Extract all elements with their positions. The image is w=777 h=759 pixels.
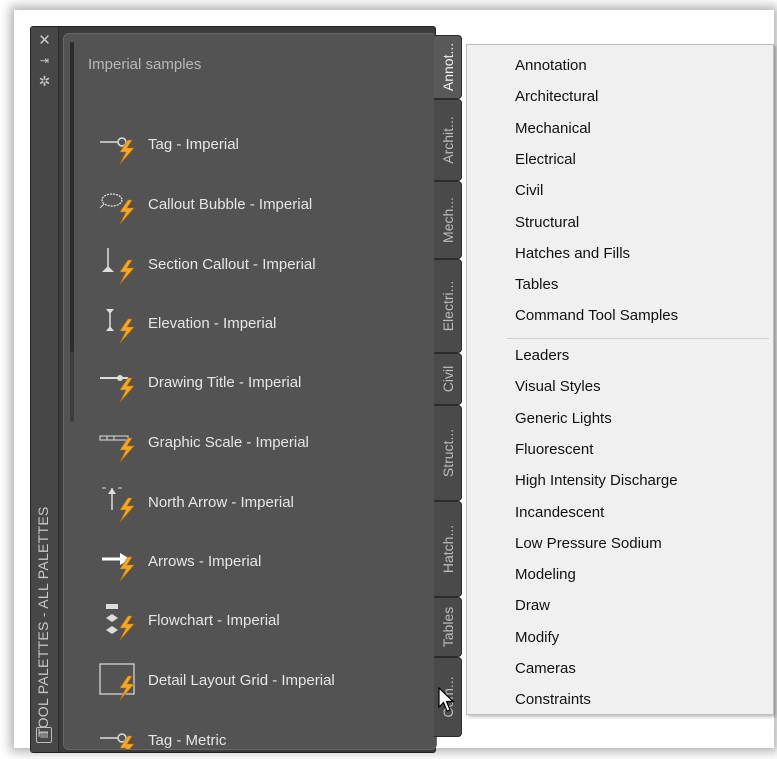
scrollbar[interactable] (70, 42, 74, 422)
tool-item[interactable]: Arrows - Imperial (98, 543, 418, 583)
palette-tab-label: Struct... (439, 428, 456, 478)
tool-label: Flowchart - Imperial (148, 612, 280, 629)
scrollbar-thumb[interactable] (70, 42, 74, 352)
tool-label: Graphic Scale - Imperial (148, 434, 309, 451)
tool-label: North Arrow - Imperial (148, 494, 294, 511)
detail-layout-grid-icon (99, 663, 135, 701)
tool-label: Tag - Imperial (148, 136, 239, 153)
tool-item[interactable]: Tag - Metric (98, 722, 418, 749)
palette-tab-label: Archit... (439, 116, 456, 164)
palette-content: Imperial samples Tag - Imperial Callout B… (63, 33, 437, 750)
menu-item[interactable]: Architectural (515, 86, 598, 108)
tool-label: Detail Layout Grid - Imperial (148, 672, 335, 689)
menu-item[interactable]: Annotation (515, 55, 587, 77)
menu-item[interactable]: Hatches and Fills (515, 243, 630, 265)
tool-label: Callout Bubble - Imperial (148, 196, 313, 213)
section-callout-icon (102, 248, 135, 285)
menu-item[interactable]: Visual Styles (515, 376, 601, 398)
tool-item[interactable]: Detail Layout Grid - Imperial (98, 662, 418, 702)
menu-item[interactable]: Command Tool Samples (515, 305, 678, 327)
palette-tab-label: Hatch... (439, 524, 456, 574)
palette-tab[interactable]: Electri... (434, 259, 462, 353)
arrows-icon (102, 553, 135, 582)
tool-item[interactable]: Drawing Title - Imperial (98, 364, 418, 404)
palette-tabs: Annot... Archit... Mech... Electri... Civil S… (434, 27, 464, 752)
palette-tab[interactable]: Archit... (434, 99, 462, 181)
tool-item[interactable]: Elevation - Imperial (98, 305, 418, 345)
menu-item[interactable]: Modeling (515, 564, 576, 586)
tool-label: Section Callout - Imperial (148, 256, 316, 273)
menu-item[interactable]: Tables (515, 274, 558, 296)
palette-tab[interactable]: Tables (434, 597, 462, 657)
palette-context-menu: Annotation Architectural Mechanical Electri… (466, 44, 774, 715)
palette-tab[interactable]: Hatch... (434, 501, 462, 597)
elevation-icon (106, 309, 135, 344)
palette-title: TOOL PALETTES - ALL PALETTES (35, 506, 51, 737)
tool-label: Tag - Metric (148, 732, 227, 749)
menu-item[interactable]: Modify (515, 627, 559, 649)
palette-tab[interactable]: Mech... (434, 181, 462, 259)
menu-item[interactable]: Mechanical (515, 118, 591, 140)
north-arrow-icon (102, 487, 135, 523)
menu-item[interactable]: Fluorescent (515, 439, 593, 461)
menu-item[interactable]: Incandescent (515, 502, 604, 524)
menu-separator (507, 338, 769, 339)
graphic-scale-icon (99, 435, 135, 463)
menu-item[interactable]: Civil (515, 180, 543, 202)
menu-item[interactable]: Generic Lights (515, 408, 612, 430)
palette-tab-label: Mech... (439, 197, 456, 243)
callout-bubble-icon (99, 193, 135, 225)
tool-item[interactable]: North Arrow - Imperial (98, 484, 418, 524)
palette-title-strip[interactable]: ✕ ⇥ ✲ TOOL PALETTES - ALL PALETTES ▤ (31, 27, 59, 752)
menu-item[interactable]: Low Pressure Sodium (515, 533, 662, 555)
tool-item[interactable]: Graphic Scale - Imperial (98, 424, 418, 464)
menu-item[interactable]: Draw (515, 595, 550, 617)
flowchart-icon (106, 604, 135, 641)
palette-tab[interactable]: Struct... (434, 405, 462, 501)
menu-item[interactable]: Constraints (515, 689, 591, 711)
menu-item[interactable]: Leaders (515, 345, 569, 367)
palette-tab[interactable]: Civil (434, 353, 462, 405)
tag-icon (100, 137, 135, 165)
properties-gear-icon[interactable]: ✲ (31, 73, 58, 89)
menu-item[interactable]: Electrical (515, 149, 576, 171)
tool-item[interactable]: Section Callout - Imperial (98, 246, 418, 286)
tool-label: Elevation - Imperial (148, 315, 277, 332)
tool-item[interactable]: Callout Bubble - Imperial (98, 186, 418, 226)
palette-tab-label: Electri... (439, 280, 456, 332)
tool-palette-window: ✕ ⇥ ✲ TOOL PALETTES - ALL PALETTES ▤ Imp… (30, 26, 462, 753)
tool-item[interactable]: Tag - Imperial (98, 126, 418, 166)
palette-tab[interactable]: Annot... (434, 35, 462, 99)
mouse-pointer-icon (438, 687, 455, 712)
palette-menu-icon[interactable]: ▤ (36, 727, 52, 743)
palette-tab-label: Annot... (439, 42, 456, 92)
close-icon[interactable]: ✕ (31, 33, 58, 49)
menu-item[interactable]: High Intensity Discharge (515, 470, 678, 492)
tool-label: Arrows - Imperial (148, 553, 262, 570)
menu-item[interactable]: Cameras (515, 658, 576, 680)
tool-label: Drawing Title - Imperial (148, 374, 302, 391)
tag-icon (100, 733, 135, 749)
palette-tab-label: Civil (439, 365, 456, 393)
tool-item[interactable]: Flowchart - Imperial (98, 602, 418, 642)
menu-item[interactable]: Structural (515, 212, 579, 234)
drawing-title-icon (100, 375, 135, 403)
section-label: Imperial samples (88, 56, 202, 73)
palette-tab-label: Tables (439, 606, 456, 648)
auto-hide-icon[interactable]: ⇥ (31, 53, 58, 69)
